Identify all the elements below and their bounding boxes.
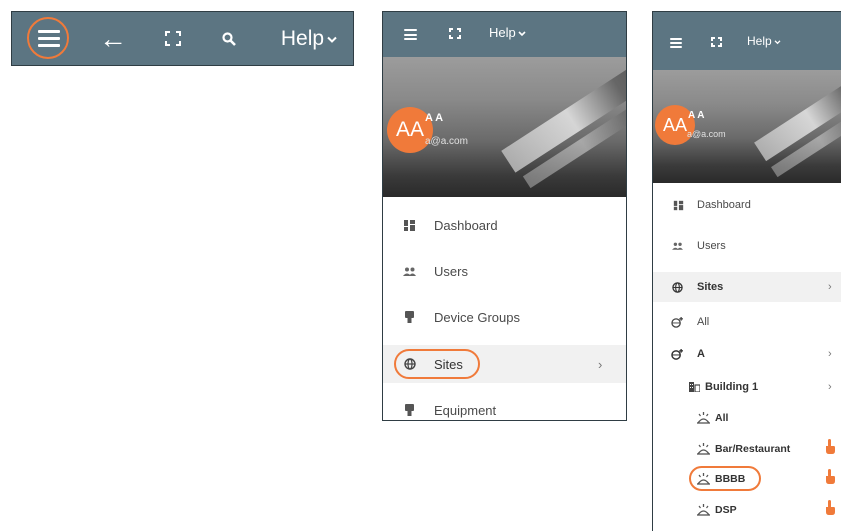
hamburger-icon[interactable]: [670, 38, 682, 48]
fullscreen-icon[interactable]: [449, 28, 461, 39]
highlight-circle: [27, 17, 69, 59]
menu-item-label: Device Groups: [434, 309, 520, 325]
profile-banner: AA A A a@a.com: [653, 70, 841, 183]
menu-item-label: Users: [697, 240, 726, 252]
drawer-header: Help: [383, 12, 626, 57]
menu-item-building-1[interactable]: Building 1 ›: [653, 372, 841, 402]
menu-item-dashboard[interactable]: Dashboard: [653, 188, 841, 222]
menu-item-label: Bar/Restaurant: [715, 443, 791, 455]
menu-item-building-all[interactable]: All: [653, 403, 841, 433]
menu-item-equipment[interactable]: Equipment: [383, 390, 626, 420]
dashboard-icon: [673, 200, 684, 211]
chevron-right-icon: ›: [828, 281, 832, 293]
globe-plus-icon: [671, 316, 683, 328]
help-menu[interactable]: Help: [276, 12, 342, 65]
menu-item-label: BBBB: [715, 473, 746, 485]
help-label: Help: [280, 26, 325, 50]
menu-item-all-sites[interactable]: All: [653, 307, 841, 337]
location-icon: [696, 473, 711, 485]
users-icon: [672, 242, 683, 250]
menu-item-label: DSP: [715, 504, 737, 516]
user-email: a@a.com: [687, 129, 726, 139]
menu-item-label: Sites: [434, 356, 463, 372]
nav-drawer-expanded: Help AA A A a@a.com Dashboard Users Site…: [652, 11, 841, 531]
chevron-right-icon: ›: [828, 348, 832, 360]
globe-icon: [404, 358, 416, 370]
device-icon: [405, 404, 414, 416]
menu-item-label: All: [715, 412, 729, 424]
chevron-right-icon: ›: [598, 356, 603, 372]
dashboard-icon: [404, 219, 415, 231]
tap-hand-icon[interactable]: [825, 439, 836, 459]
menu-item-users[interactable]: Users: [653, 229, 841, 263]
search-icon: [222, 31, 236, 46]
menu-item-bar-restaurant[interactable]: Bar/Restaurant: [653, 434, 841, 464]
tap-hand-icon[interactable]: [825, 469, 836, 489]
menu-item-label: Equipment: [434, 402, 497, 418]
profile-banner: AA A A a@a.com: [383, 57, 626, 197]
building-icon: [689, 382, 700, 392]
chevron-down-icon: [327, 36, 337, 43]
chevron-right-icon: ›: [828, 381, 832, 393]
menu-item-dashboard[interactable]: Dashboard: [383, 202, 626, 248]
help-menu[interactable]: Help: [489, 25, 526, 40]
menu-item-label: A: [697, 348, 705, 360]
menu-item-site-a[interactable]: A ›: [653, 339, 841, 369]
chevron-down-icon: [518, 30, 526, 36]
search-button[interactable]: [216, 12, 242, 65]
app-toolbar: ← Help: [11, 11, 354, 66]
location-icon: [696, 504, 711, 516]
menu-item-label: Sites: [697, 281, 724, 293]
user-name: A A: [425, 112, 444, 124]
menu-item-device-groups[interactable]: Device Groups: [383, 294, 626, 340]
menu-item-label: Dashboard: [697, 199, 751, 211]
device-icon: [405, 311, 414, 323]
fullscreen-icon[interactable]: [711, 37, 722, 47]
menu-item-label: All: [697, 316, 710, 328]
user-name: A A: [688, 110, 705, 121]
back-arrow-icon[interactable]: ←: [96, 12, 130, 65]
globe-plus-icon: [671, 348, 683, 360]
users-icon: [403, 267, 416, 276]
menu-item-sites[interactable]: Sites ›: [383, 345, 626, 383]
fullscreen-button[interactable]: [160, 12, 186, 65]
chevron-down-icon: [774, 39, 781, 44]
menu-item-label: Dashboard: [434, 217, 498, 233]
help-label: Help: [747, 34, 772, 48]
fullscreen-icon: [165, 31, 181, 46]
banner-beam: [754, 70, 841, 162]
globe-icon: [672, 281, 683, 293]
tap-hand-icon[interactable]: [825, 500, 836, 520]
menu-item-sites[interactable]: Sites ›: [653, 272, 841, 302]
drawer-header: Help: [653, 12, 841, 70]
location-icon: [696, 443, 711, 455]
menu-item-bbbb[interactable]: BBBB: [653, 464, 841, 494]
menu-item-dsp[interactable]: DSP: [653, 495, 841, 525]
menu-item-label: Users: [434, 263, 468, 279]
help-label: Help: [489, 25, 516, 40]
menu-item-label: Building 1: [705, 381, 759, 393]
user-email: a@a.com: [425, 136, 468, 147]
menu-button[interactable]: [26, 12, 72, 65]
nav-drawer: Help AA A A a@a.com Dashboard Users Devi…: [382, 11, 627, 421]
menu-item-users[interactable]: Users: [383, 248, 626, 294]
hamburger-icon[interactable]: [404, 29, 417, 40]
help-menu[interactable]: Help: [747, 34, 781, 48]
location-icon: [696, 412, 711, 424]
